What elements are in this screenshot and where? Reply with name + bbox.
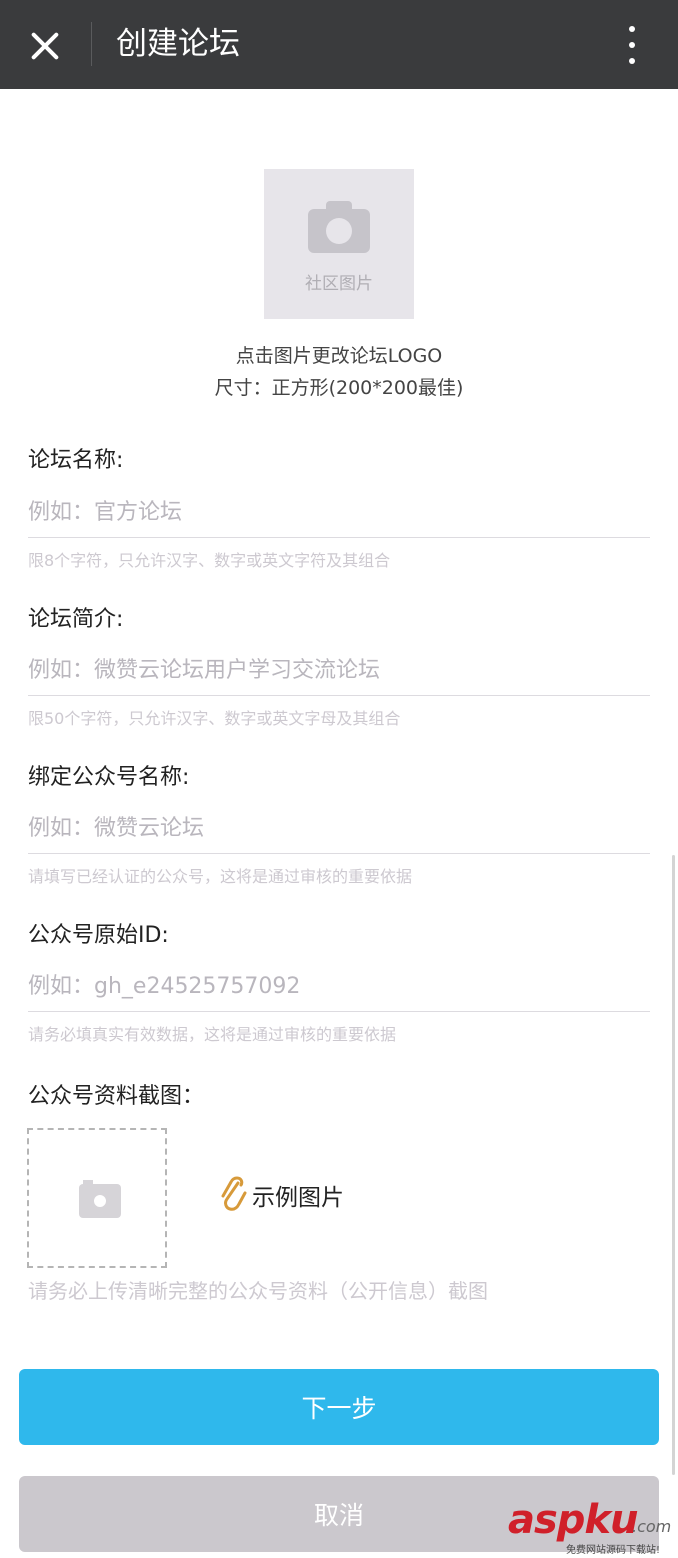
screenshot-hint: 请务必上传清晰完整的公众号资料（公开信息）截图 xyxy=(28,1279,488,1303)
watermark-tagline: 免费网站源码下载站! xyxy=(566,1545,661,1556)
paperclip-icon xyxy=(221,1176,247,1211)
watermark-logo: aspku .com 免费网站源码下载站! xyxy=(508,1497,678,1557)
account-id-label: 公众号原始ID: xyxy=(28,923,169,948)
account-name-hint: 请填写已经认证的公众号，这将是通过审核的重要依据 xyxy=(28,867,413,886)
watermark-brand: aspku xyxy=(508,1497,639,1543)
camera-icon xyxy=(308,199,370,253)
forum-name-input[interactable] xyxy=(28,488,650,538)
top-bar: 创建论坛 xyxy=(0,0,678,89)
next-button[interactable]: 下一步 xyxy=(19,1369,659,1445)
more-icon[interactable] xyxy=(614,20,650,70)
account-id-hint: 请务必填真实有效数据，这将是通过审核的重要依据 xyxy=(28,1025,397,1044)
account-name-input[interactable] xyxy=(28,804,650,854)
forum-name-label: 论坛名称: xyxy=(28,448,124,473)
forum-intro-hint: 限50个字符，只允许汉字、数字或英文字母及其组合 xyxy=(28,709,401,728)
logo-placeholder-label: 社区图片 xyxy=(305,274,373,294)
forum-intro-input[interactable] xyxy=(28,646,650,696)
logo-hint-line2: 尺寸：正方形(200*200最佳) xyxy=(214,377,464,399)
forum-intro-label: 论坛简介: xyxy=(28,607,124,632)
screenshot-label: 公众号资料截图： xyxy=(28,1084,205,1109)
page-title: 创建论坛 xyxy=(116,26,240,62)
sample-image-label: 示例图片 xyxy=(252,1185,344,1211)
scrollbar[interactable] xyxy=(672,855,675,1475)
divider xyxy=(91,22,92,66)
logo-hint-line1: 点击图片更改论坛LOGO xyxy=(235,345,443,367)
account-name-label: 绑定公众号名称: xyxy=(28,765,190,790)
close-icon[interactable] xyxy=(18,18,72,72)
sample-image-link[interactable]: 示例图片 xyxy=(218,1174,344,1216)
account-id-input[interactable] xyxy=(28,962,650,1012)
camera-icon xyxy=(79,1180,121,1218)
forum-name-hint: 限8个字符，只允许汉字、数字或英文字符及其组合 xyxy=(28,551,391,570)
watermark-suffix: .com xyxy=(632,1517,672,1536)
forum-logo-upload[interactable]: 社区图片 xyxy=(264,169,414,319)
screenshot-upload[interactable] xyxy=(27,1128,167,1268)
